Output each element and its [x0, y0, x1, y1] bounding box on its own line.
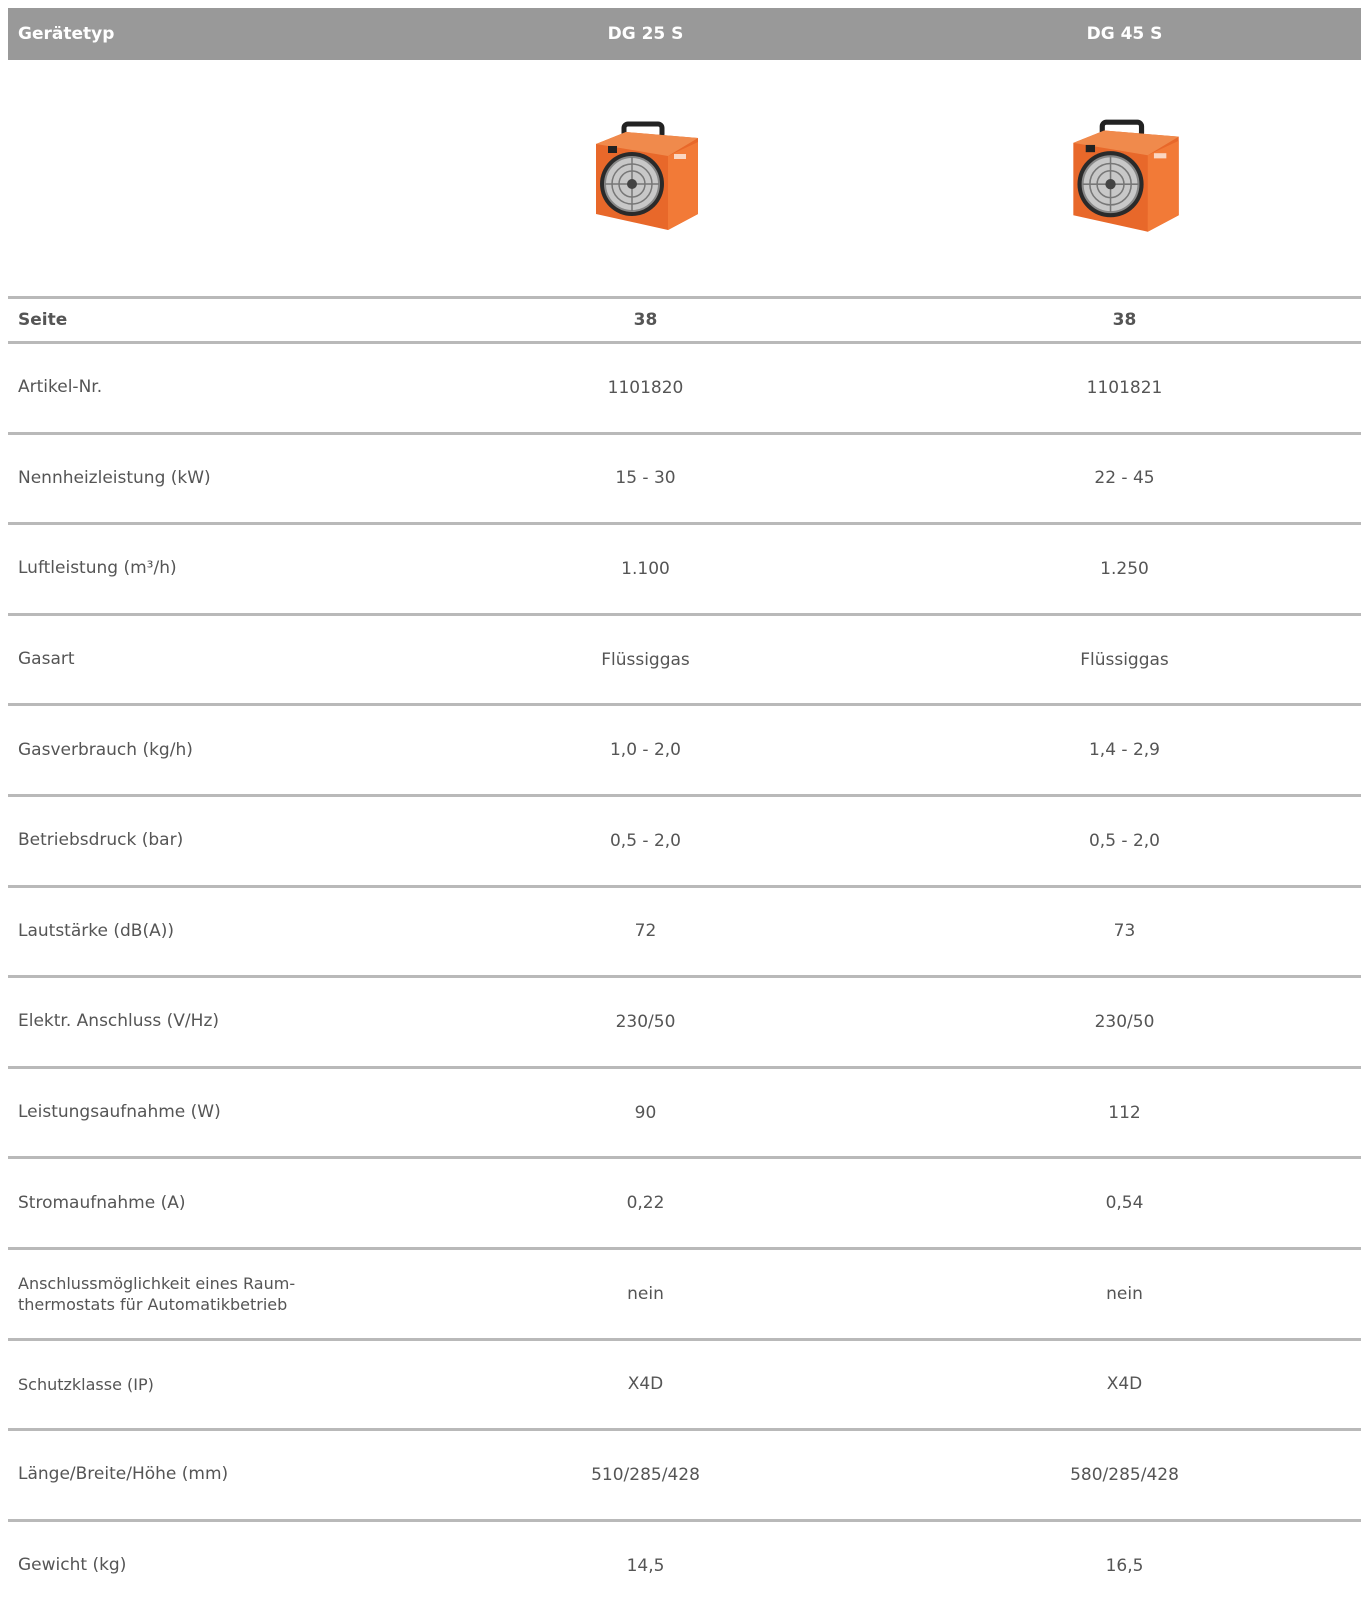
row-value-a: 15 - 30: [615, 468, 676, 489]
row-label: Schutzklasse (IP): [18, 1374, 154, 1394]
row-label: Anschlussmöglichkeit eines Raum- thermos…: [8, 1273, 403, 1315]
table-row: Länge/Breite/Höhe (mm) 510/285/428 580/2…: [8, 1428, 1361, 1519]
heater-icon: [1072, 119, 1179, 232]
row-value-b: 38: [1112, 310, 1137, 330]
row-label-line: Anschlussmöglichkeit eines Raum-: [18, 1273, 296, 1293]
row-label: Betriebsdruck (bar): [18, 830, 184, 851]
table-row: Lautstärke (dB(A)) 72 73: [8, 884, 1361, 976]
row-label: Lautstärke (dB(A)): [18, 920, 174, 941]
row-value-b: nein: [1106, 1283, 1143, 1304]
row-label: Leistungsaufnahme (W): [18, 1102, 221, 1123]
row-value-a: 1,0 - 2,0: [609, 740, 681, 761]
table-row: Betriebsdruck (bar) 0,5 - 2,0 0,5 - 2,0: [8, 793, 1361, 885]
row-label: Gasverbrauch (kg/h): [18, 739, 193, 760]
row-value-a: 1101820: [607, 377, 684, 398]
row-value-a: Flüssiggas: [601, 649, 690, 670]
row-value-b: X4D: [1106, 1374, 1143, 1395]
row-value-b: 1101821: [1086, 377, 1163, 398]
row-value-a: 510/285/428: [591, 1464, 700, 1485]
product-image-a: [403, 118, 888, 238]
row-value-a: 230/50: [615, 1011, 676, 1032]
row-value-a: 0,22: [626, 1193, 665, 1214]
row-value-b: 0,5 - 2,0: [1088, 830, 1160, 851]
table-row: Gewicht (kg) 14,5 16,5: [8, 1518, 1361, 1610]
row-label: Gasart: [18, 649, 75, 670]
row-value-b: Flüssiggas: [1080, 649, 1169, 670]
row-label: Nennheizleistung (kW): [18, 467, 211, 488]
row-label: Elektr. Anschluss (V/Hz): [18, 1011, 219, 1032]
table-header: Gerätetyp DG 25 S DG 45 S: [8, 8, 1361, 60]
header-label: Gerätetyp: [18, 24, 115, 44]
header-model-a: DG 25 S: [607, 24, 684, 44]
table-row: Stromaufnahme (A) 0,22 0,54: [8, 1156, 1361, 1247]
row-label: Stromaufnahme (A): [18, 1192, 186, 1213]
row-value-a: 38: [633, 310, 658, 330]
row-value-b: 16,5: [1105, 1555, 1144, 1576]
row-label: Luftleistung (m³/h): [18, 558, 177, 579]
table-row: Schutzklasse (IP) X4D X4D: [8, 1337, 1361, 1429]
row-value-b: 230/50: [1094, 1011, 1155, 1032]
heater-icon: [595, 121, 698, 230]
row-value-b: 1.250: [1100, 558, 1149, 579]
table-row: Leistungsaufnahme (W) 90 112: [8, 1065, 1361, 1157]
row-value-b: 73: [1113, 921, 1136, 942]
table-row: Artikel-Nr. 1101820 1101821: [8, 341, 1361, 432]
row-value-b: 0,54: [1105, 1193, 1144, 1214]
row-value-b: 112: [1108, 1102, 1141, 1123]
row-label-line: thermostats für Automatikbetrieb: [18, 1294, 288, 1314]
row-value-a: 14,5: [626, 1555, 665, 1576]
table-row: Luftleistung (m³/h) 1.100 1.250: [8, 522, 1361, 613]
spec-table: Gerätetyp DG 25 S DG 45 S Seite 38 38 Ar…: [8, 8, 1361, 1609]
row-value-a: 90: [634, 1102, 657, 1123]
table-row: Anschlussmöglichkeit eines Raum- thermos…: [8, 1246, 1361, 1338]
table-row: Gasverbrauch (kg/h) 1,0 - 2,0 1,4 - 2,9: [8, 703, 1361, 794]
row-value-a: nein: [627, 1283, 664, 1304]
table-row: Gasart Flüssiggas Flüssiggas: [8, 612, 1361, 704]
table-row-page: Seite 38 38: [8, 296, 1361, 341]
row-label: Länge/Breite/Höhe (mm): [18, 1464, 229, 1485]
header-model-b: DG 45 S: [1086, 24, 1163, 44]
product-image-row: [8, 60, 1361, 296]
row-value-b: 580/285/428: [1070, 1464, 1179, 1485]
row-value-a: 0,5 - 2,0: [609, 830, 681, 851]
row-value-b: 22 - 45: [1094, 468, 1155, 489]
row-label: Gewicht (kg): [18, 1555, 127, 1576]
table-row: Nennheizleistung (kW) 15 - 30 22 - 45: [8, 431, 1361, 523]
row-label: Artikel-Nr.: [18, 377, 103, 398]
row-label: Seite: [18, 309, 68, 330]
row-value-a: 72: [634, 921, 657, 942]
product-image-b: [888, 116, 1361, 240]
table-row: Elektr. Anschluss (V/Hz) 230/50 230/50: [8, 975, 1361, 1066]
row-value-b: 1,4 - 2,9: [1088, 740, 1160, 761]
row-value-a: 1.100: [621, 558, 670, 579]
row-value-a: X4D: [627, 1374, 664, 1395]
